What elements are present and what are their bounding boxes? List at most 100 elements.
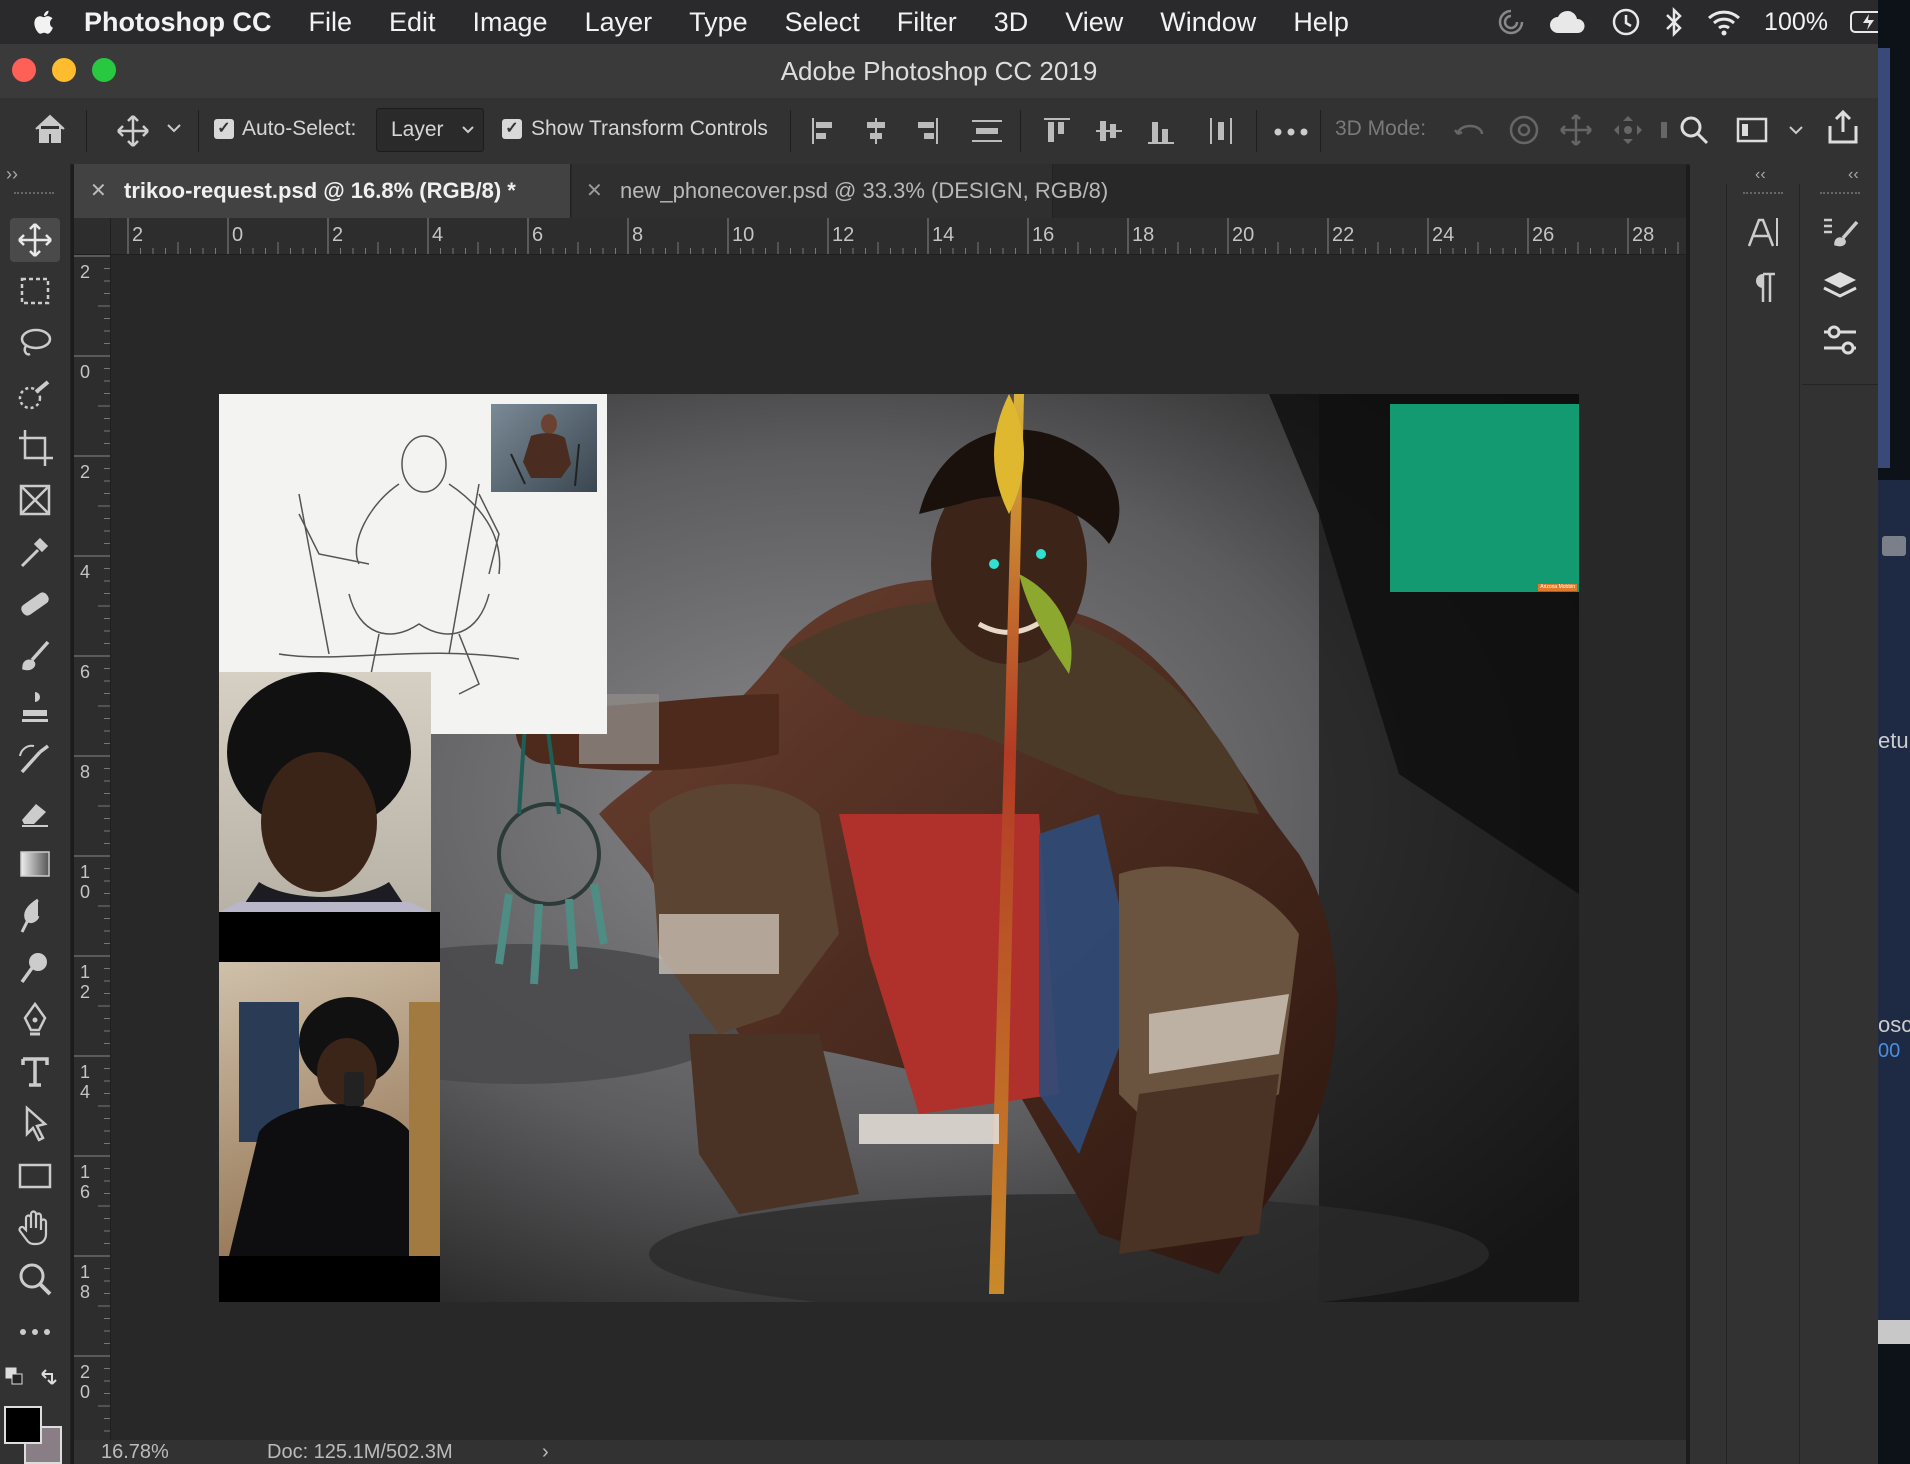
collapse-panels-icon[interactable]: ‹‹ (1848, 166, 1859, 184)
tab-trikoo-request[interactable]: ✕ trikoo-request.psd @ 16.8% (RGB/8) * (74, 164, 571, 218)
search-icon[interactable] (1678, 114, 1710, 146)
align-bottom-edges-icon[interactable] (1146, 116, 1174, 146)
status-menu-chevron-icon[interactable]: › (542, 1441, 549, 1464)
zoom-tool-icon[interactable] (10, 1258, 60, 1302)
3d-mode-label: 3D Mode: (1335, 117, 1427, 140)
3d-pan-icon[interactable] (1558, 112, 1594, 148)
zoom-level[interactable]: 16.78% (101, 1441, 169, 1464)
align-left-edges-icon[interactable] (810, 116, 838, 146)
healing-brush-tool-icon[interactable] (10, 582, 60, 626)
cloud-icon[interactable] (1548, 9, 1588, 35)
marquee-tool-icon[interactable] (10, 270, 60, 314)
menu-3d[interactable]: 3D (994, 7, 1029, 38)
reference-photo-thumbnail[interactable] (491, 404, 597, 492)
workspace-chevron-down-icon[interactable] (1788, 122, 1804, 138)
paragraph-panel-icon[interactable] (1749, 270, 1777, 304)
menu-edit[interactable]: Edit (389, 7, 436, 38)
gradient-tool-icon[interactable] (10, 842, 60, 886)
dodge-tool-icon[interactable] (10, 946, 60, 990)
type-tool-icon[interactable] (10, 1050, 60, 1094)
ruler-label: 4 (432, 224, 443, 246)
align-right-edges-icon[interactable] (912, 116, 940, 146)
brush-tool-icon[interactable] (10, 634, 60, 678)
menu-window[interactable]: Window (1160, 7, 1256, 38)
eraser-tool-icon[interactable] (10, 790, 60, 834)
character-panel-icon[interactable] (1745, 214, 1781, 250)
align-top-edges-icon[interactable] (1042, 116, 1070, 146)
auto-select-checkbox[interactable]: ✓ (214, 119, 234, 139)
clone-stamp-tool-icon[interactable] (10, 686, 60, 730)
document-size-info: Doc: 125.1M/502.3M (267, 1441, 453, 1463)
menu-filter[interactable]: Filter (897, 7, 957, 38)
share-icon[interactable] (1826, 110, 1860, 146)
menu-file[interactable]: File (308, 7, 352, 38)
menu-view[interactable]: View (1065, 7, 1123, 38)
menu-select[interactable]: Select (785, 7, 860, 38)
ruler-label: 28 (1632, 224, 1654, 246)
color-swatch-layer[interactable]: Arizona Mobbin (1390, 404, 1579, 592)
layers-panel-icon[interactable] (1820, 268, 1860, 304)
tab-new-phonecover[interactable]: ✕ new_phonecover.psd @ 33.3% (DESIGN, RG… (572, 164, 1108, 218)
rectangle-tool-icon[interactable] (10, 1154, 60, 1198)
brush-settings-panel-icon[interactable] (1820, 214, 1860, 250)
path-selection-tool-icon[interactable] (10, 1102, 60, 1146)
reference-portrait-photo[interactable] (219, 672, 431, 912)
move-tool-preset-icon[interactable] (116, 114, 150, 148)
panel-column-2: ‹‹ (1802, 166, 1878, 1464)
quick-selection-tool-icon[interactable] (10, 374, 60, 418)
distribute-vertical-icon[interactable] (970, 116, 1004, 146)
frame-tool-icon[interactable] (10, 478, 60, 522)
pen-tool-icon[interactable] (10, 998, 60, 1042)
close-tab-icon[interactable]: ✕ (586, 164, 603, 218)
black-bar (219, 1256, 440, 1302)
distribute-horizontal-icon[interactable] (1206, 116, 1236, 146)
more-options-icon[interactable] (1274, 128, 1308, 136)
edit-toolbar-more-icon[interactable] (10, 1310, 60, 1354)
menu-type[interactable]: Type (689, 7, 748, 38)
ruler-label: 14 (932, 224, 954, 246)
preset-chevron-down-icon[interactable] (166, 120, 182, 136)
crop-tool-icon[interactable] (10, 426, 60, 470)
time-machine-icon[interactable] (1610, 6, 1642, 38)
lasso-tool-icon[interactable] (10, 322, 60, 366)
home-icon[interactable] (32, 112, 68, 146)
close-tab-icon[interactable]: ✕ (90, 164, 107, 218)
canvas-pasteboard[interactable]: Arizona Mobbin (111, 255, 1686, 1444)
menu-app-name[interactable]: Photoshop CC (84, 7, 271, 38)
show-transform-controls-checkbox[interactable]: ✓ (502, 119, 522, 139)
ruler-label: 6 (532, 224, 543, 246)
align-vertical-centers-icon[interactable] (1094, 116, 1122, 146)
menu-image[interactable]: Image (473, 7, 548, 38)
3d-scale-icon[interactable] (1660, 118, 1668, 142)
blur-tool-icon[interactable] (10, 894, 60, 938)
menu-layer[interactable]: Layer (585, 7, 653, 38)
collapse-toolbar-icon[interactable]: ›› (6, 164, 18, 185)
workspace-switcher-icon[interactable] (1736, 116, 1768, 144)
swap-colors-icon[interactable] (38, 1366, 60, 1388)
default-colors-icon[interactable] (4, 1366, 26, 1388)
ruler-label: 8 (80, 1282, 90, 1302)
history-brush-tool-icon[interactable] (10, 738, 60, 782)
reference-selfie-photo[interactable] (219, 962, 440, 1256)
move-tool-icon[interactable] (10, 218, 60, 262)
ruler-label: 4 (80, 1082, 90, 1102)
eyedropper-tool-icon[interactable] (10, 530, 60, 574)
3d-roll-icon[interactable] (1506, 112, 1542, 148)
bluetooth-icon[interactable] (1664, 6, 1684, 38)
foreground-color-swatch[interactable] (4, 1406, 42, 1444)
hand-tool-icon[interactable] (10, 1206, 60, 1250)
align-horizontal-centers-icon[interactable] (862, 116, 890, 146)
apple-logo-icon[interactable] (30, 7, 56, 37)
ruler-label: 6 (80, 662, 90, 682)
wifi-icon[interactable] (1706, 8, 1742, 36)
ruler-origin-corner[interactable] (74, 218, 111, 255)
properties-panel-icon[interactable] (1820, 322, 1860, 358)
creative-cloud-sync-icon[interactable] (1496, 7, 1526, 37)
menu-help[interactable]: Help (1293, 7, 1349, 38)
3d-slide-icon[interactable] (1610, 112, 1646, 148)
collapse-panels-icon[interactable]: ‹‹ (1755, 166, 1766, 184)
document-canvas[interactable]: Arizona Mobbin (219, 394, 1579, 1302)
3d-orbit-icon[interactable] (1452, 112, 1488, 148)
tab-label: new_phonecover.psd @ 33.3% (DESIGN, RGB/… (620, 178, 1109, 203)
auto-select-dropdown[interactable]: Layer (376, 108, 484, 152)
